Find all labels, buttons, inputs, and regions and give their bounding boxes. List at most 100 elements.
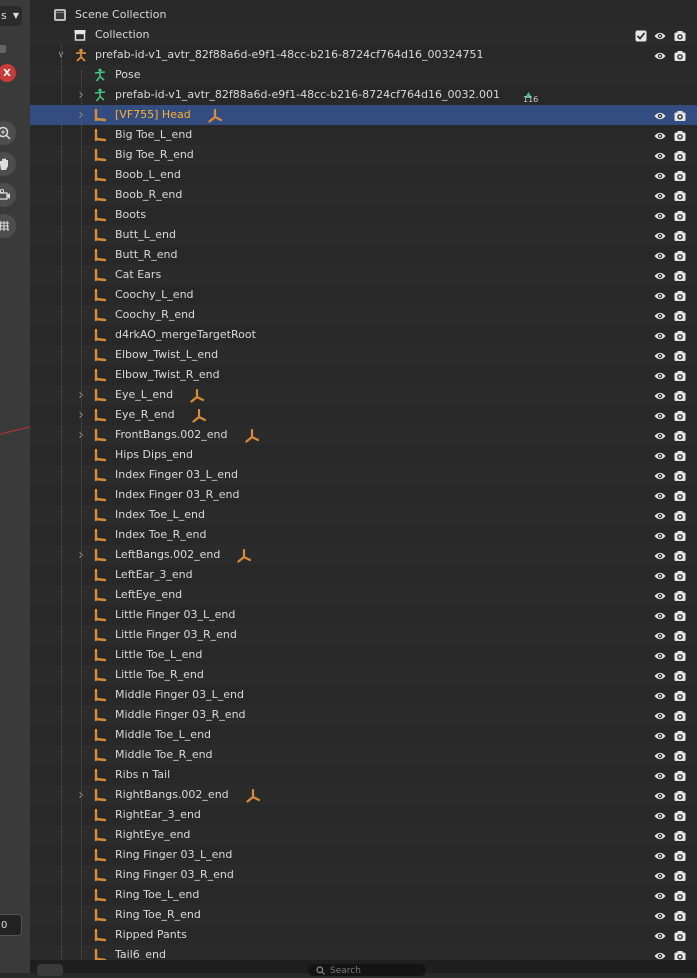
visibility-eye-icon[interactable] xyxy=(654,809,666,821)
visibility-eye-icon[interactable] xyxy=(654,409,666,421)
bone-row-little-toe-l-end[interactable]: Little Toe_L_end xyxy=(30,645,697,665)
child-bone-icon[interactable] xyxy=(245,428,260,443)
bone-row-index-toe-r-end[interactable]: Index Toe_R_end xyxy=(30,525,697,545)
viewport-mode-dropdown[interactable]: s ▼ xyxy=(0,6,22,26)
bone-row-index-finger-03-l-end[interactable]: Index Finger 03_L_end xyxy=(30,465,697,485)
child-bone-icon[interactable] xyxy=(246,788,261,803)
visibility-eye-icon[interactable] xyxy=(654,609,666,621)
render-camera-icon[interactable] xyxy=(674,729,686,741)
visibility-eye-icon[interactable] xyxy=(654,129,666,141)
visibility-eye-icon[interactable] xyxy=(654,709,666,721)
child-bone-icon[interactable] xyxy=(190,388,205,403)
bone-row-index-finger-03-r-end[interactable]: Index Finger 03_R_end xyxy=(30,485,697,505)
render-camera-icon[interactable] xyxy=(674,569,686,581)
bone-row-cat-ears[interactable]: Cat Ears xyxy=(30,265,697,285)
render-camera-icon[interactable] xyxy=(674,769,686,781)
visibility-eye-icon[interactable] xyxy=(654,269,666,281)
visibility-eye-icon[interactable] xyxy=(654,689,666,701)
bone-row-hips-dips-end[interactable]: Hips Dips_end xyxy=(30,445,697,465)
display-mode-button[interactable] xyxy=(37,964,63,976)
render-camera-icon[interactable] xyxy=(674,249,686,261)
render-camera-icon[interactable] xyxy=(674,809,686,821)
visibility-eye-icon[interactable] xyxy=(654,369,666,381)
bone-row-coochy-l-end[interactable]: Coochy_L_end xyxy=(30,285,697,305)
visibility-eye-icon[interactable] xyxy=(654,189,666,201)
render-camera-icon[interactable] xyxy=(674,349,686,361)
render-camera-icon[interactable] xyxy=(674,189,686,201)
pose-row[interactable]: Pose xyxy=(30,65,697,85)
viewport-strip[interactable]: s ▼ X 0 xyxy=(0,0,30,973)
visibility-eye-icon[interactable] xyxy=(654,909,666,921)
visibility-eye-icon[interactable] xyxy=(654,889,666,901)
bone-row-elbow-twist-r-end[interactable]: Elbow_Twist_R_end xyxy=(30,365,697,385)
bone-row-index-toe-l-end[interactable]: Index Toe_L_end xyxy=(30,505,697,525)
render-camera-icon[interactable] xyxy=(674,549,686,561)
zoom-icon[interactable] xyxy=(0,121,16,145)
render-camera-icon[interactable] xyxy=(674,289,686,301)
visibility-eye-icon[interactable] xyxy=(654,849,666,861)
frame-number-field[interactable]: 0 xyxy=(0,914,22,936)
bone-row-elbow-twist-l-end[interactable]: Elbow_Twist_L_end xyxy=(30,345,697,365)
visibility-eye-icon[interactable] xyxy=(654,249,666,261)
render-camera-icon[interactable] xyxy=(674,629,686,641)
render-camera-icon[interactable] xyxy=(674,749,686,761)
bone-row-ring-finger-03-l-end[interactable]: Ring Finger 03_L_end xyxy=(30,845,697,865)
bone-row-frontbangs-002-end[interactable]: › FrontBangs.002_end xyxy=(30,425,697,445)
close-axis-gizmo[interactable]: X xyxy=(0,64,16,82)
bone-row-vf755-head[interactable]: › [VF755] Head xyxy=(30,105,697,125)
render-camera-icon[interactable] xyxy=(674,929,686,941)
render-camera-icon[interactable] xyxy=(674,589,686,601)
bone-row-coochy-r-end[interactable]: Coochy_R_end xyxy=(30,305,697,325)
visibility-eye-icon[interactable] xyxy=(654,309,666,321)
pan-hand-icon[interactable] xyxy=(0,152,16,176)
bone-row-middle-finger-03-l-end[interactable]: Middle Finger 03_L_end xyxy=(30,685,697,705)
render-camera-icon[interactable] xyxy=(674,849,686,861)
render-camera-icon[interactable] xyxy=(674,689,686,701)
render-camera-icon[interactable] xyxy=(674,149,686,161)
bone-row-ring-toe-r-end[interactable]: Ring Toe_R_end xyxy=(30,905,697,925)
render-camera-icon[interactable] xyxy=(674,869,686,881)
render-camera-icon[interactable] xyxy=(674,49,686,61)
render-camera-icon[interactable] xyxy=(674,909,686,921)
render-camera-icon[interactable] xyxy=(674,669,686,681)
bone-row-ring-finger-03-r-end[interactable]: Ring Finger 03_R_end xyxy=(30,865,697,885)
render-camera-icon[interactable] xyxy=(674,309,686,321)
visibility-eye-icon[interactable] xyxy=(654,289,666,301)
bone-row-rightbangs-002-end[interactable]: › RightBangs.002_end xyxy=(30,785,697,805)
search-input[interactable]: Search xyxy=(308,964,426,976)
bone-row-eye-l-end[interactable]: › Eye_L_end xyxy=(30,385,697,405)
visibility-eye-icon[interactable] xyxy=(654,49,666,61)
outliner-panel[interactable]: Scene Collection Collection ∨ prefab-id-v1_… xyxy=(30,0,697,965)
visibility-eye-icon[interactable] xyxy=(654,749,666,761)
bone-row-lefteye-end[interactable]: LeftEye_end xyxy=(30,585,697,605)
render-camera-icon[interactable] xyxy=(674,409,686,421)
visibility-eye-icon[interactable] xyxy=(654,529,666,541)
bone-row-little-toe-r-end[interactable]: Little Toe_R_end xyxy=(30,665,697,685)
bone-row-middle-toe-r-end[interactable]: Middle Toe_R_end xyxy=(30,745,697,765)
render-camera-icon[interactable] xyxy=(674,509,686,521)
render-camera-icon[interactable] xyxy=(674,529,686,541)
render-camera-icon[interactable] xyxy=(674,789,686,801)
render-camera-icon[interactable] xyxy=(674,469,686,481)
bone-row-righteye-end[interactable]: RightEye_end xyxy=(30,825,697,845)
render-camera-icon[interactable] xyxy=(674,609,686,621)
visibility-eye-icon[interactable] xyxy=(654,29,666,41)
child-bone-icon[interactable] xyxy=(208,108,223,123)
bone-row-ripped-pants[interactable]: Ripped Pants xyxy=(30,925,697,945)
render-camera-icon[interactable] xyxy=(674,209,686,221)
visibility-eye-icon[interactable] xyxy=(654,169,666,181)
render-camera-icon[interactable] xyxy=(674,829,686,841)
bone-row-ring-toe-l-end[interactable]: Ring Toe_L_end xyxy=(30,885,697,905)
visibility-eye-icon[interactable] xyxy=(654,829,666,841)
visibility-eye-icon[interactable] xyxy=(654,549,666,561)
render-camera-icon[interactable] xyxy=(674,369,686,381)
bone-row-big-toe-l-end[interactable]: Big Toe_L_end xyxy=(30,125,697,145)
render-camera-icon[interactable] xyxy=(674,229,686,241)
render-camera-icon[interactable] xyxy=(674,449,686,461)
visibility-eye-icon[interactable] xyxy=(654,569,666,581)
render-camera-icon[interactable] xyxy=(674,109,686,121)
visibility-eye-icon[interactable] xyxy=(654,669,666,681)
visibility-eye-icon[interactable] xyxy=(654,649,666,661)
bone-row-rightear-3-end[interactable]: RightEar_3_end xyxy=(30,805,697,825)
child-bone-icon[interactable] xyxy=(237,548,252,563)
